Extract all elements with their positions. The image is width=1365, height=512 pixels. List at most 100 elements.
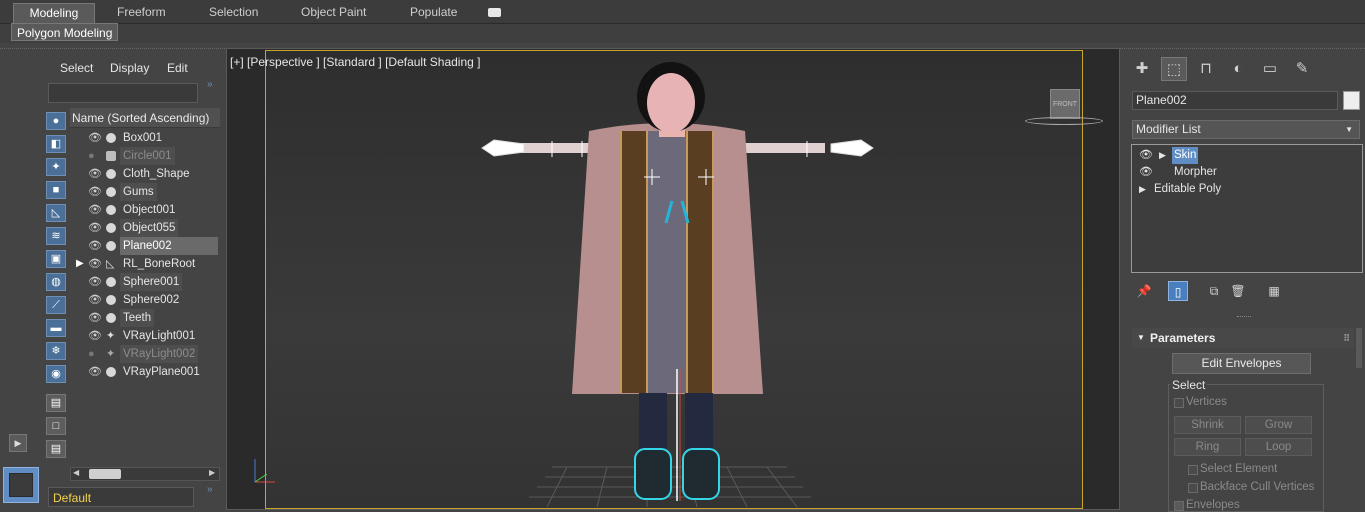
expand-arrow-icon[interactable]: ▶ [1139,181,1146,198]
display-spacewarps-icon[interactable]: ≋ [46,227,66,245]
eye-icon[interactable]: 👁 [88,255,102,273]
vertices-checkbox[interactable] [1174,398,1184,408]
parameters-rollout-header[interactable]: ▼ Parameters ⠿ [1132,328,1354,348]
envelopes-checkbox[interactable] [1174,501,1184,511]
scroll-thumb[interactable] [89,469,121,479]
shrink-button[interactable]: Shrink [1174,416,1241,434]
display-lights-icon[interactable]: ✦ [46,158,66,176]
scene-item-gums[interactable]: 👁 Gums [70,183,220,201]
show-end-result-icon[interactable]: ▯ [1168,281,1188,301]
play-icon[interactable]: ▶ [9,434,27,452]
expand-arrow-icon[interactable]: ▶ [76,255,84,273]
layer-field[interactable]: Default [48,487,194,507]
eye-hidden-icon[interactable]: ● [88,147,102,165]
scene-item-vraylight001[interactable]: 👁 ✦ VRayLight001 [70,327,220,345]
eye-icon[interactable]: 👁 [88,291,102,309]
perspective-viewport[interactable]: [+] [Perspective ] [Standard ] [Default … [226,48,1120,510]
display-cameras-icon[interactable]: ■ [46,181,66,199]
ring-button[interactable]: Ring [1174,438,1241,456]
eye-icon[interactable]: 👁 [88,183,102,201]
create-tab-icon[interactable]: ✚ [1129,57,1155,81]
eye-icon[interactable]: 👁 [88,129,102,147]
eye-icon[interactable]: 👁 [88,309,102,327]
display-groups-icon[interactable]: ▣ [46,250,66,268]
panel-divider[interactable] [1237,316,1251,318]
utilities-tab-icon[interactable]: ✎ [1289,57,1315,81]
modify-tab-icon[interactable]: ⬚ [1161,57,1187,81]
expand-arrow-icon[interactable]: ▶ [1159,147,1166,164]
make-unique-icon[interactable]: ⧉ [1204,281,1224,301]
search-input[interactable] [48,83,198,103]
eye-icon[interactable]: 👁 [88,219,102,237]
menu-select[interactable]: Select [60,61,93,75]
eye-hidden-icon[interactable]: ● [88,345,102,363]
modifier-list-dropdown[interactable]: Modifier List ▼ [1132,120,1360,139]
eye-icon[interactable]: 👁 [88,327,102,345]
horizontal-scrollbar[interactable]: ◀ ▶ [70,467,220,481]
name-column-header[interactable]: Name (Sorted Ascending) [70,108,220,128]
select-element-checkbox[interactable] [1188,465,1198,475]
eye-icon[interactable]: 👁 [88,201,102,219]
eye-icon[interactable]: 👁 [88,237,102,255]
display-bones-icon[interactable]: ⟋ [46,296,66,314]
drag-handle-icon[interactable]: ⠿ [1343,328,1350,348]
object-name-field[interactable]: Plane002 [1132,91,1338,110]
scene-item-object001[interactable]: 👁 Object001 [70,201,220,219]
scene-item-rl-boneroot[interactable]: ▶ 👁 ◺ RL_BoneRoot [70,255,220,273]
viewcube[interactable]: FRONT [1050,89,1080,119]
stack-item-skin[interactable]: 👁 ▶ Skin [1133,147,1361,164]
display-all-icon[interactable]: ● [46,112,66,130]
tab-selection[interactable]: Selection [209,3,258,22]
display-tab-icon[interactable]: ▭ [1257,57,1283,81]
viewcube-compass-ring[interactable] [1025,117,1103,125]
eye-icon[interactable]: 👁 [88,165,102,183]
object-color-swatch[interactable] [1343,91,1360,110]
notes-icon[interactable]: ▤ [46,440,66,458]
remove-modifier-icon[interactable]: 🗑 [1228,281,1248,301]
expand-arrows-icon[interactable]: » [207,484,213,495]
viewport-layout-button[interactable] [3,467,39,503]
list-icon[interactable]: ▤ [46,394,66,412]
loop-button[interactable]: Loop [1245,438,1312,456]
scene-item-plane002[interactable]: 👁 Plane002 [70,237,220,255]
scroll-left-icon[interactable]: ◀ [73,468,79,477]
scene-item-vraylight002[interactable]: ● ✦ VRayLight002 [70,345,220,363]
display-containers-icon[interactable]: ▬ [46,319,66,337]
pin-stack-icon[interactable]: 📌 [1134,281,1154,301]
menu-display[interactable]: Display [110,61,149,75]
grow-button[interactable]: Grow [1245,416,1312,434]
page-icon[interactable]: □ [46,417,66,435]
panel-scrollbar[interactable] [1356,328,1362,368]
eye-icon[interactable]: 👁 [1139,147,1153,164]
tab-modeling[interactable]: Modeling [13,3,95,24]
scene-item-cloth-shape[interactable]: 👁 Cloth_Shape [70,165,220,183]
hierarchy-tab-icon[interactable]: ⊓ [1193,57,1219,81]
configure-modifier-sets-icon[interactable]: ▦ [1264,281,1284,301]
backface-cull-checkbox[interactable] [1188,483,1198,493]
motion-tab-icon[interactable]: ◐ [1225,57,1251,81]
display-frozen-icon[interactable]: ❄ [46,342,66,360]
scene-item-box001[interactable]: 👁 Box001 [70,129,220,147]
edit-envelopes-button[interactable]: Edit Envelopes [1172,353,1311,374]
scene-item-object055[interactable]: 👁 Object055 [70,219,220,237]
scroll-right-icon[interactable]: ▶ [209,468,215,477]
tab-freeform[interactable]: Freeform [117,3,166,22]
tab-object-paint[interactable]: Object Paint [301,3,366,22]
stack-item-editable-poly[interactable]: ▶ Editable Poly [1133,181,1361,198]
scene-item-vrayplane001[interactable]: 👁 VRayPlane001 [70,363,220,381]
scene-item-sphere002[interactable]: 👁 Sphere002 [70,291,220,309]
scene-item-sphere001[interactable]: 👁 Sphere001 [70,273,220,291]
tab-populate[interactable]: Populate [410,3,457,22]
display-geometry-icon[interactable]: ◧ [46,135,66,153]
display-xrefs-icon[interactable]: ◍ [46,273,66,291]
stack-item-morpher[interactable]: 👁 Morpher [1133,164,1361,181]
expand-arrows-icon[interactable]: » [207,79,213,90]
eye-icon[interactable]: 👁 [1139,164,1153,181]
display-helpers-icon[interactable]: ◺ [46,204,66,222]
eye-icon[interactable]: 👁 [88,273,102,291]
scene-item-teeth[interactable]: 👁 Teeth [70,309,220,327]
menu-edit[interactable]: Edit [167,61,188,75]
scene-item-circle001[interactable]: ● Circle001 [70,147,220,165]
display-hidden-icon[interactable]: ◉ [46,365,66,383]
tab-polygon-modeling[interactable]: Polygon Modeling [11,23,119,41]
